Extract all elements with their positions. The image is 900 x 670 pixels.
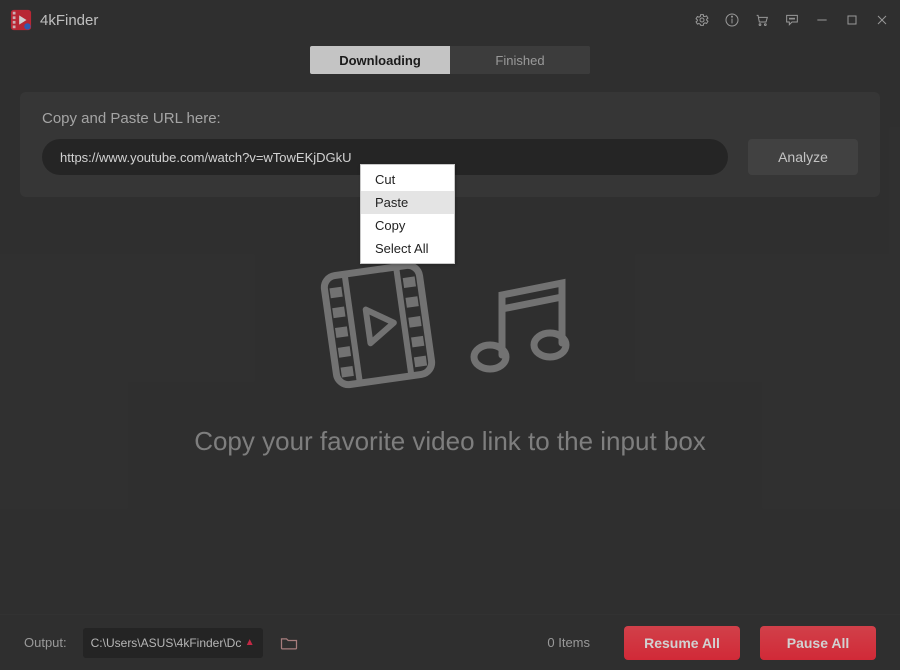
open-folder-icon[interactable] [279,633,299,653]
titlebar: 4kFinder [0,0,900,40]
tabs: Downloading Finished [310,46,590,74]
output-path-text: C:\Users\ASUS\4kFinder\Dc [91,636,241,650]
empty-state: Copy your favorite video link to the inp… [0,260,900,457]
tab-bar: Downloading Finished [0,40,900,80]
context-paste[interactable]: Paste [361,191,454,214]
gear-icon[interactable] [694,12,710,28]
caret-up-icon: ▲ [245,637,255,648]
tab-downloading[interactable]: Downloading [310,46,450,74]
resume-all-button[interactable]: Resume All [624,626,740,660]
film-icon [318,260,438,390]
minimize-icon[interactable] [814,12,830,28]
pause-all-button[interactable]: Pause All [760,626,876,660]
titlebar-left: 4kFinder [10,9,98,31]
app-logo-icon [10,9,32,31]
tab-finished[interactable]: Finished [450,46,590,74]
bottom-bar: Output: C:\Users\ASUS\4kFinder\Dc ▲ 0 It… [0,614,900,670]
titlebar-right [694,12,890,28]
cart-icon[interactable] [754,12,770,28]
output-label: Output: [24,635,67,650]
context-copy[interactable]: Copy [361,214,454,237]
music-note-icon [462,265,582,385]
feedback-icon[interactable] [784,12,800,28]
context-menu: Cut Paste Copy Select All [360,164,455,264]
close-icon[interactable] [874,12,890,28]
context-select-all[interactable]: Select All [361,237,454,260]
empty-state-hint: Copy your favorite video link to the inp… [194,426,706,457]
context-cut[interactable]: Cut [361,168,454,191]
app-title: 4kFinder [40,12,98,29]
app-window: 4kFinder [0,0,900,670]
maximize-icon[interactable] [844,12,860,28]
output-path-dropdown[interactable]: C:\Users\ASUS\4kFinder\Dc ▲ [83,628,263,658]
items-count: 0 Items [547,635,590,650]
url-label: Copy and Paste URL here: [42,110,858,127]
analyze-button[interactable]: Analyze [748,139,858,175]
empty-state-illustration [318,260,582,390]
info-icon[interactable] [724,12,740,28]
